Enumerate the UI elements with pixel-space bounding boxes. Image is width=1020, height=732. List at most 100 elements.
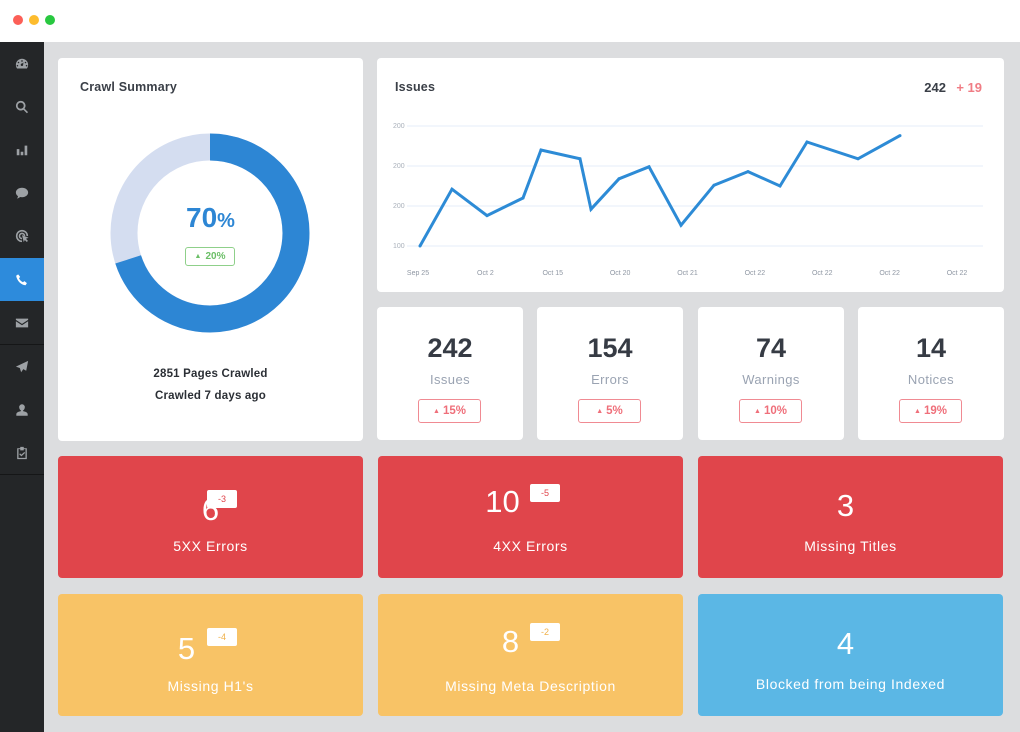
- sidebar-item-targeting[interactable]: [0, 214, 44, 257]
- tile-label: 4XX Errors: [493, 538, 568, 554]
- x-tick-label: Oct 22: [745, 270, 766, 277]
- stat-card-warnings: 74 Warnings ▲ 10%: [698, 307, 844, 440]
- sidebar: [0, 42, 44, 732]
- stat-change-value: 5%: [606, 405, 623, 417]
- pages-crawled: 2851 Pages Crawled: [153, 368, 268, 380]
- issues-data-point[interactable]: [679, 223, 683, 227]
- stat-label: Warnings: [742, 372, 800, 387]
- issues-series-line: [418, 134, 901, 247]
- stat-value: 154: [587, 333, 633, 363]
- tile-missing-meta-description[interactable]: 8 -2 Missing Meta Description: [378, 594, 683, 716]
- stat-label: Errors: [591, 372, 629, 387]
- issues-data-point[interactable]: [450, 187, 454, 191]
- tile-label: Blocked from being Indexed: [755, 676, 946, 692]
- window-close-button[interactable]: [13, 15, 23, 25]
- issues-data-point[interactable]: [521, 196, 525, 200]
- clipboard-check-icon: [17, 446, 27, 459]
- x-tick-label: Oct 20: [610, 270, 631, 277]
- arrow-up-icon: ▲: [754, 407, 761, 415]
- tile-5xx-errors[interactable]: 6 -3 5XX Errors: [58, 456, 363, 578]
- stat-change-badge: ▲ 15%: [418, 399, 481, 423]
- sidebar-item-send[interactable]: [0, 345, 44, 388]
- tile-value: 4: [836, 626, 855, 661]
- x-tick-label: Oct 21: [677, 270, 698, 277]
- stat-change-badge: ▲ 5%: [578, 399, 641, 423]
- stat-change-badge: ▲ 19%: [899, 399, 962, 423]
- issues-line-chart: 200 200 200 100 Sep 25 Oct 2 Oct 15 Oct 20 Oct 2…: [393, 123, 983, 277]
- arrow-up-icon: ▲: [433, 407, 440, 415]
- issues-data-point[interactable]: [418, 244, 422, 248]
- y-tick-label: 200: [393, 123, 405, 130]
- issues-data-point[interactable]: [578, 157, 582, 161]
- issues-data-point[interactable]: [856, 157, 860, 161]
- x-tick-label: Oct 15: [542, 270, 563, 277]
- phone-icon: [16, 273, 27, 285]
- stat-label: Issues: [430, 372, 470, 387]
- stat-change-badge: ▲ 10%: [739, 399, 802, 423]
- tile-value: 8: [501, 624, 520, 659]
- sidebar-item-mail[interactable]: [0, 301, 44, 344]
- stat-change-value: 10%: [763, 405, 787, 417]
- issues-data-point[interactable]: [485, 214, 489, 218]
- tile-change-badge: -4: [207, 628, 237, 646]
- stat-change-value: 19%: [923, 405, 947, 417]
- last-crawled: Crawled 7 days ago: [155, 390, 266, 402]
- tile-value: 10: [485, 484, 520, 519]
- x-tick-label: Oct 22: [879, 270, 900, 277]
- crawl-change-badge: ▲ 20%: [185, 247, 235, 266]
- issues-data-point[interactable]: [647, 165, 651, 169]
- tile-missing-titles[interactable]: 3 Missing Titles: [698, 456, 1003, 578]
- tile-label: 5XX Errors: [173, 538, 248, 554]
- window-minimize-button[interactable]: [29, 15, 39, 25]
- issues-data-point[interactable]: [712, 183, 716, 187]
- x-tick-label: Oct 2: [477, 270, 494, 277]
- arrow-up-icon: ▲: [596, 407, 604, 415]
- tile-label: Missing Titles: [804, 538, 897, 554]
- tile-change-badge: -5: [530, 484, 560, 502]
- tile-label: Missing Meta Description: [445, 678, 616, 694]
- tile-value: 5: [177, 631, 196, 666]
- crawl-change-value: 20%: [205, 251, 226, 262]
- window-titlebar: [0, 0, 1020, 42]
- issues-chart-card: Issues 242 + 19 200 200 200 100 Sep 25 Oct 2O…: [377, 58, 1004, 292]
- sidebar-item-dashboard[interactable]: [0, 42, 44, 85]
- stat-value: 242: [427, 333, 473, 363]
- window-maximize-button[interactable]: [45, 15, 55, 25]
- sidebar-item-account[interactable]: [0, 388, 44, 431]
- arrow-up-icon: ▲: [914, 407, 921, 415]
- y-tick-label: 200: [393, 163, 405, 170]
- issues-data-point[interactable]: [778, 184, 782, 188]
- tile-label: Missing H1's: [167, 678, 254, 694]
- issues-data-point[interactable]: [589, 207, 593, 211]
- issues-data-point[interactable]: [539, 148, 543, 152]
- tile-missing-h1[interactable]: 5 -4 Missing H1's: [58, 594, 363, 716]
- x-tick-label: Oct 22: [947, 270, 968, 277]
- sidebar-item-reports[interactable]: [0, 128, 44, 171]
- issues-data-point[interactable]: [617, 177, 621, 181]
- x-tick-label: Oct 22: [812, 270, 833, 277]
- sidebar-item-search[interactable]: [0, 85, 44, 128]
- stat-change-value: 15%: [442, 405, 466, 417]
- issues-data-point[interactable]: [898, 134, 902, 138]
- bar-chart-icon: [16, 145, 28, 155]
- tile-change-badge: -2: [530, 623, 560, 641]
- tile-blocked-from-indexing[interactable]: 4 Blocked from being Indexed: [698, 594, 1003, 716]
- crawl-summary-title: Crawl Summary: [80, 80, 178, 94]
- stat-card-errors: 154 Errors ▲ 5%: [537, 307, 683, 440]
- stat-card-notices: 14 Notices ▲ 19%: [858, 307, 1004, 440]
- stat-value: 14: [915, 333, 947, 363]
- sidebar-item-messages[interactable]: [0, 171, 44, 214]
- sidebar-item-calls[interactable]: [0, 258, 44, 301]
- crawl-progress-number: 70: [186, 202, 218, 233]
- issues-data-point[interactable]: [746, 170, 750, 174]
- y-tick-label: 200: [393, 203, 405, 210]
- sidebar-item-tasks[interactable]: [0, 431, 44, 474]
- tile-value: 3: [836, 488, 855, 523]
- envelope-icon: [15, 318, 29, 327]
- tile-4xx-errors[interactable]: 10 -5 4XX Errors: [378, 456, 683, 578]
- target-cursor-icon: [15, 229, 29, 242]
- user-icon: [16, 403, 28, 416]
- stat-value: 74: [755, 333, 787, 363]
- dashboard-main: Crawl Summary 70% ▲ 20% 2851 Pages Crawl…: [44, 42, 1020, 732]
- issues-data-point[interactable]: [805, 140, 809, 144]
